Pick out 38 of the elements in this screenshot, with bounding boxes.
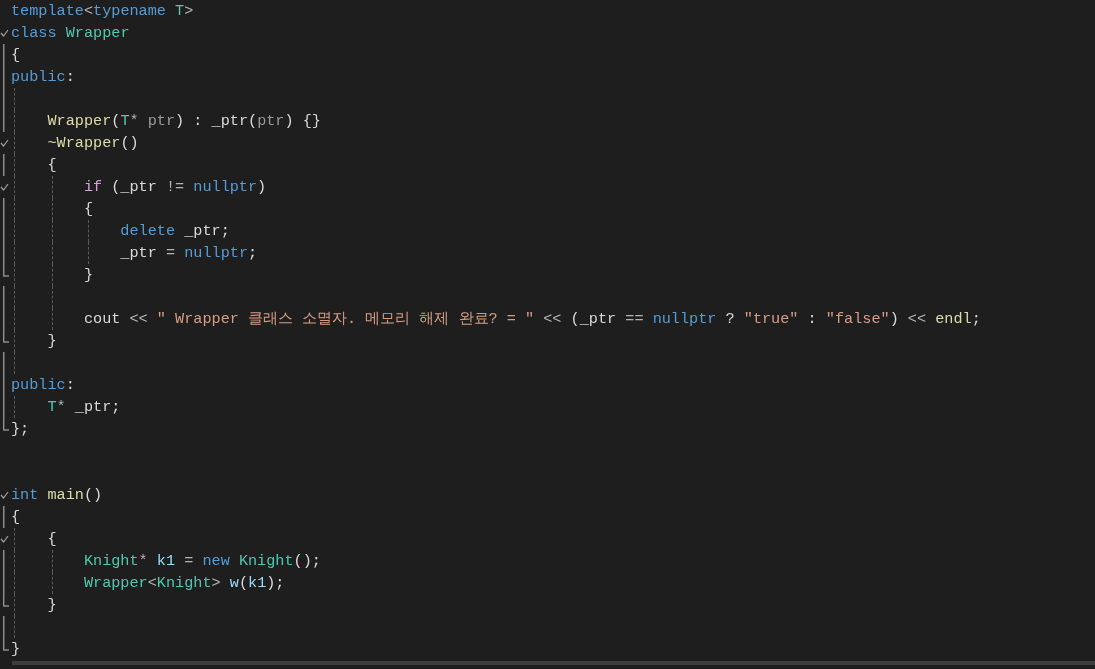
code-line: } (11, 639, 21, 660)
fold-guide-line (3, 616, 5, 638)
fold-guide-line (3, 154, 5, 176)
code-line: int main() (11, 485, 103, 506)
code-line: } (46, 595, 57, 616)
fold-chevron-icon[interactable] (0, 29, 9, 37)
fold-guide-line (3, 506, 5, 528)
code-line: { (46, 155, 57, 176)
horizontal-scrollbar[interactable] (12, 661, 1095, 665)
code-line: { (46, 529, 57, 550)
fold-chevron-icon[interactable] (0, 535, 9, 543)
code-line: public: (11, 67, 75, 88)
code-line: class Wrapper (11, 23, 130, 44)
code-line: template<typename T> (11, 1, 194, 22)
code-line: delete _ptr; (119, 221, 230, 242)
fold-end-line (2, 330, 10, 343)
code-line: ~Wrapper() (46, 133, 139, 154)
code-line: { (11, 45, 21, 66)
code-line: if (_ptr != nullptr) (82, 177, 267, 198)
code-line: Knight* k1 = new Knight(); (82, 551, 321, 572)
fold-end-line (2, 638, 10, 651)
fold-chevron-icon[interactable] (0, 139, 9, 147)
code-line: Wrapper<Knight> w(k1); (82, 573, 285, 594)
fold-end-line (2, 594, 10, 607)
fold-chevron-icon[interactable] (0, 183, 9, 191)
code-line: } (46, 331, 57, 352)
code-line: _ptr = nullptr; (119, 243, 258, 264)
code-line: }; (11, 419, 30, 440)
code-line: T* _ptr; (46, 397, 121, 418)
code-line: Wrapper(T* ptr) : _ptr(ptr) {} (46, 111, 321, 132)
fold-end-line (2, 264, 10, 277)
code-line: public: (11, 375, 75, 396)
code-line: { (82, 199, 94, 220)
fold-chevron-icon[interactable] (0, 491, 9, 499)
code-line: { (11, 507, 21, 528)
fold-end-line (2, 418, 10, 431)
code-line: cout << " Wrapper 클래스 소멸자. 메모리 해제 완료? = " << (_ptr == nullptr ? "true" : "false") << endl; (82, 309, 981, 330)
code-line: } (82, 265, 94, 286)
